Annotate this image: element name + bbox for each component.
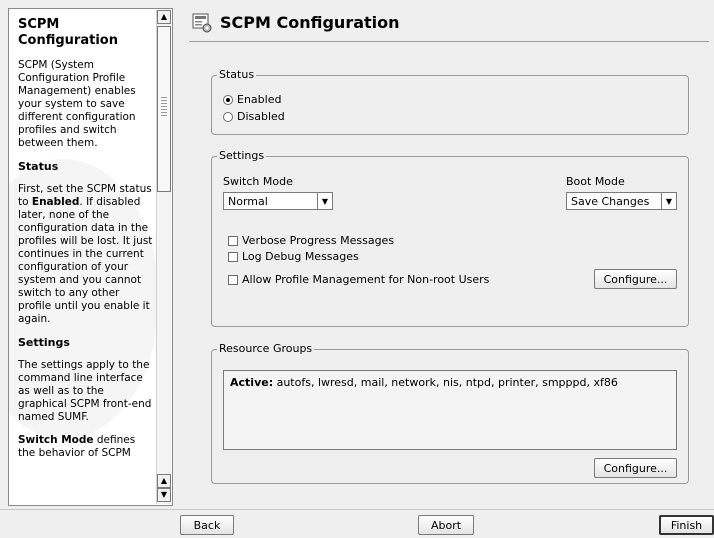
- radio-disabled[interactable]: Disabled: [223, 110, 285, 123]
- help-pane: SCPM Configuration SCPM (System Configur…: [8, 8, 173, 506]
- radio-enabled-button[interactable]: [223, 94, 233, 105]
- settings-configure-button[interactable]: Configure...: [594, 269, 677, 289]
- help-title: SCPM Configuration: [18, 17, 118, 48]
- radio-disabled-button[interactable]: [223, 111, 233, 122]
- boot-mode-label: Boot Mode: [566, 175, 625, 188]
- radio-enabled[interactable]: Enabled: [223, 93, 281, 106]
- help-content: SCPM Configuration SCPM (System Configur…: [18, 17, 153, 470]
- radio-enabled-label: Enabled: [237, 93, 282, 106]
- radio-disabled-label: Disabled: [237, 110, 285, 123]
- help-scrollbar[interactable]: ▲ ▲ ▼: [156, 10, 171, 504]
- scroll-up-icon[interactable]: ▲: [157, 474, 171, 488]
- scroll-down-icon[interactable]: ▼: [157, 488, 171, 502]
- log-debug-label: Log Debug Messages: [242, 250, 359, 263]
- verbose-label: Verbose Progress Messages: [242, 234, 395, 247]
- boot-mode-value: Save Changes: [571, 194, 650, 208]
- boot-mode-select[interactable]: Save Changes ▼: [566, 192, 677, 210]
- back-button[interactable]: Back: [180, 515, 234, 535]
- help-switch-text: Switch Mode defines the behavior of SCPM: [18, 434, 136, 459]
- help-settings-text: The settings apply to the command line i…: [18, 359, 152, 423]
- active-list: autofs, lwresd, mail, network, nis, ntpd…: [273, 376, 618, 389]
- verbose-checkbox[interactable]: Verbose Progress Messages: [228, 234, 394, 247]
- page-title: SCPM Configuration: [220, 13, 400, 32]
- help-intro: SCPM (System Configuration Profile Manag…: [18, 59, 136, 149]
- switch-mode-select[interactable]: Normal ▼: [223, 192, 333, 210]
- active-label: Active:: [230, 376, 274, 389]
- status-group-label: Status: [217, 68, 257, 81]
- allow-profile-label: Allow Profile Management for Non-root Us…: [242, 273, 490, 286]
- finish-button[interactable]: Finish: [659, 515, 714, 535]
- resource-groups-group: Resource Groups Active: autofs, lwresd, …: [211, 342, 689, 484]
- title-divider: [189, 41, 709, 42]
- resource-configure-button[interactable]: Configure...: [594, 458, 677, 478]
- log-debug-checkbox[interactable]: Log Debug Messages: [228, 250, 359, 263]
- config-icon: [192, 13, 212, 33]
- settings-group: Settings Switch Mode Normal ▼ Boot Mode …: [211, 149, 689, 327]
- chevron-down-icon[interactable]: ▼: [661, 193, 676, 209]
- help-status-text: First, set the SCPM status to Enabled. I…: [18, 183, 153, 325]
- switch-mode-label: Switch Mode: [223, 175, 293, 188]
- allow-profile-check-box[interactable]: [228, 274, 238, 285]
- footer-divider: [0, 509, 714, 510]
- verbose-check-box[interactable]: [228, 235, 238, 246]
- scroll-up-icon[interactable]: ▲: [157, 10, 171, 24]
- switch-mode-value: Normal: [228, 194, 268, 208]
- scrollbar-thumb[interactable]: [157, 26, 171, 192]
- abort-button[interactable]: Abort: [418, 515, 474, 535]
- log-debug-check-box[interactable]: [228, 251, 238, 262]
- resource-groups-textbox[interactable]: Active: autofs, lwresd, mail, network, n…: [223, 370, 677, 450]
- help-settings-heading: Settings: [18, 336, 70, 349]
- settings-group-label: Settings: [217, 149, 267, 162]
- status-group: Status Enabled Disabled: [211, 68, 689, 135]
- allow-profile-checkbox[interactable]: Allow Profile Management for Non-root Us…: [228, 273, 489, 286]
- chevron-down-icon[interactable]: ▼: [317, 193, 332, 209]
- help-status-heading: Status: [18, 160, 59, 173]
- resource-groups-label: Resource Groups: [217, 342, 315, 355]
